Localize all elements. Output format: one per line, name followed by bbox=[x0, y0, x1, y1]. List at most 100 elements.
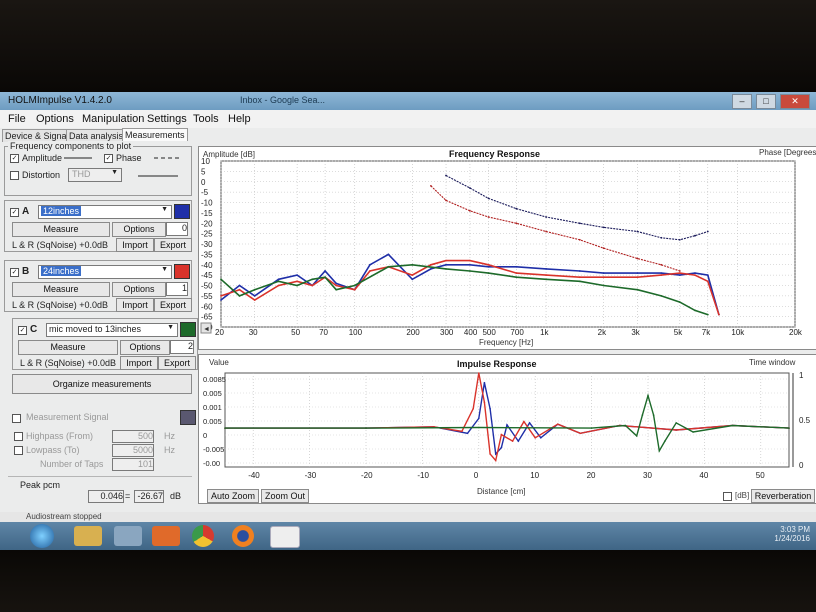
measurement-b-export-button[interactable]: Export bbox=[154, 298, 192, 312]
menu-settings[interactable]: Settings bbox=[147, 113, 187, 125]
measurement-c-import-button[interactable]: Import bbox=[120, 356, 158, 370]
tray-time[interactable]: 3:03 PM bbox=[774, 525, 810, 534]
screen: HOLMImpulse V1.4.2.0 Inbox - Google Sea.… bbox=[0, 92, 816, 550]
measurement-c-color-swatch[interactable] bbox=[180, 322, 196, 337]
background-browser-tab[interactable]: Inbox - Google Sea... bbox=[240, 95, 325, 105]
fr-y-tick-label: -10 bbox=[201, 199, 213, 208]
highpass-checkbox[interactable] bbox=[14, 432, 23, 441]
measurement-a-options-button[interactable]: Options bbox=[112, 222, 166, 237]
measurement-signal-checkbox[interactable] bbox=[12, 414, 21, 423]
fr-data-point bbox=[694, 234, 696, 237]
holmimpulse-icon[interactable] bbox=[270, 526, 300, 548]
ir-data-point bbox=[675, 429, 677, 431]
fr-data-point bbox=[602, 284, 605, 287]
measurement-a-measure-button[interactable]: Measure bbox=[12, 222, 110, 237]
close-icon[interactable]: ✕ bbox=[780, 94, 810, 109]
ir-data-point bbox=[658, 450, 661, 452]
maximize-icon[interactable]: □ bbox=[756, 94, 776, 109]
fr-xlabel: Frequency [Hz] bbox=[479, 338, 533, 347]
menu-help[interactable]: Help bbox=[228, 113, 251, 125]
measurement-c-measure-button[interactable]: Measure bbox=[18, 340, 118, 355]
tab-measurements[interactable]: Measurements bbox=[122, 128, 188, 141]
peak-value-field: 0.046 bbox=[88, 490, 124, 503]
libraries-icon[interactable] bbox=[114, 526, 142, 546]
ir-data-point bbox=[731, 424, 734, 427]
firefox-icon[interactable] bbox=[232, 525, 254, 547]
fr-data-point bbox=[296, 284, 298, 287]
frequency-response-chart[interactable]: Amplitude [dB] Frequency Response Phase … bbox=[199, 147, 816, 349]
measurement-c-options-button[interactable]: Options bbox=[120, 340, 170, 355]
fr-data-point bbox=[430, 268, 432, 270]
distortion-checkbox[interactable] bbox=[10, 171, 19, 180]
fr-data-point bbox=[545, 230, 547, 233]
ir-data-point bbox=[483, 381, 486, 384]
fr-data-point bbox=[277, 284, 280, 287]
lowpass-checkbox[interactable] bbox=[14, 446, 23, 455]
measurement-b-letter: B bbox=[22, 266, 30, 277]
start-orb-icon[interactable] bbox=[30, 524, 54, 548]
menu-tools[interactable]: Tools bbox=[193, 113, 219, 125]
fr-y-tick-label: 10 bbox=[201, 157, 210, 166]
fr-data-point bbox=[277, 280, 280, 283]
ir-x-tick-label: -30 bbox=[305, 471, 317, 480]
taps-input[interactable]: 101 bbox=[112, 458, 154, 471]
measurement-c-checkbox[interactable]: ✓ bbox=[18, 326, 27, 335]
measurement-c-count-stepper[interactable]: 2 bbox=[170, 340, 194, 354]
fr-data-point bbox=[487, 263, 490, 266]
fr-data-point bbox=[469, 263, 471, 266]
ir-data-point bbox=[506, 424, 508, 426]
measurement-b-name-select[interactable]: 24inches ▼ bbox=[38, 265, 172, 279]
fr-data-point bbox=[411, 278, 414, 281]
measurement-a-checkbox[interactable]: ✓ bbox=[10, 208, 19, 217]
amplitude-checkbox[interactable]: ✓ bbox=[10, 154, 19, 163]
measurement-a-count-stepper[interactable]: 0 bbox=[166, 222, 188, 236]
measurement-c-name-select[interactable]: mic moved to 13inches ▼ bbox=[46, 323, 178, 337]
fr-data-point bbox=[430, 263, 432, 266]
fr-x-tick-label: 200 bbox=[406, 328, 420, 337]
measurement-b-measure-button[interactable]: Measure bbox=[12, 282, 110, 297]
organize-measurements-button[interactable]: Organize measurements bbox=[12, 374, 192, 394]
measurement-b-count: 1 bbox=[181, 283, 187, 293]
distortion-select-value: THD bbox=[72, 169, 91, 179]
measurements-panel: Frequency components to plot ✓ Amplitude… bbox=[0, 141, 200, 520]
measurement-b-checkbox[interactable]: ✓ bbox=[10, 268, 19, 277]
impulse-response-chart[interactable]: Value Impulse Response Time window Dista… bbox=[199, 355, 816, 503]
lowpass-value: 5000 bbox=[132, 445, 153, 455]
fr-data-point bbox=[706, 313, 709, 316]
menu-options[interactable]: Options bbox=[36, 113, 74, 125]
menu-manipulation[interactable]: Manipulation bbox=[82, 113, 144, 125]
measurement-a-color-swatch[interactable] bbox=[174, 204, 190, 219]
ir-data-point bbox=[540, 437, 542, 439]
measurement-b-options-button[interactable]: Options bbox=[112, 282, 166, 297]
distortion-select[interactable]: THD ▼ bbox=[68, 168, 122, 182]
tray-date[interactable]: 1/24/2016 bbox=[774, 534, 810, 543]
chrome-icon[interactable] bbox=[192, 525, 214, 547]
reverberation-button[interactable]: Reverberation bbox=[751, 489, 815, 503]
ir-data-point bbox=[489, 453, 491, 455]
media-player-icon[interactable] bbox=[152, 526, 180, 546]
zoom-out-button[interactable]: Zoom Out bbox=[261, 489, 309, 503]
measurement-b-color-swatch[interactable] bbox=[174, 264, 190, 279]
measurement-c-export-button[interactable]: Export bbox=[158, 356, 196, 370]
measurement-a-name-select[interactable]: 12inches ▼ bbox=[38, 205, 172, 219]
taps-value: 101 bbox=[137, 459, 153, 469]
file-explorer-icon[interactable] bbox=[74, 526, 102, 546]
menu-file[interactable]: File bbox=[8, 113, 26, 125]
ir-data-point bbox=[528, 422, 531, 424]
fr-y-tick-label: -45 bbox=[201, 271, 213, 280]
measurement-signal-color-swatch[interactable] bbox=[180, 410, 196, 425]
ir-data-point bbox=[664, 440, 666, 442]
measurement-a-export-button[interactable]: Export bbox=[154, 238, 192, 252]
fr-data-point bbox=[718, 313, 720, 316]
measurement-b-count-stepper[interactable]: 1 bbox=[166, 282, 188, 296]
minimize-icon[interactable]: – bbox=[732, 94, 752, 109]
ir-x-tick-label: 0 bbox=[474, 471, 479, 480]
lowpass-input[interactable]: 5000 bbox=[112, 444, 154, 457]
highpass-input[interactable]: 500 bbox=[112, 430, 154, 443]
measurement-b-import-button[interactable]: Import bbox=[116, 298, 154, 312]
phase-checkbox[interactable]: ✓ bbox=[104, 154, 113, 163]
auto-zoom-button[interactable]: Auto Zoom bbox=[207, 489, 259, 503]
db-checkbox[interactable] bbox=[723, 492, 732, 501]
measurement-a-import-button[interactable]: Import bbox=[116, 238, 154, 252]
ir-data-point bbox=[478, 417, 480, 420]
